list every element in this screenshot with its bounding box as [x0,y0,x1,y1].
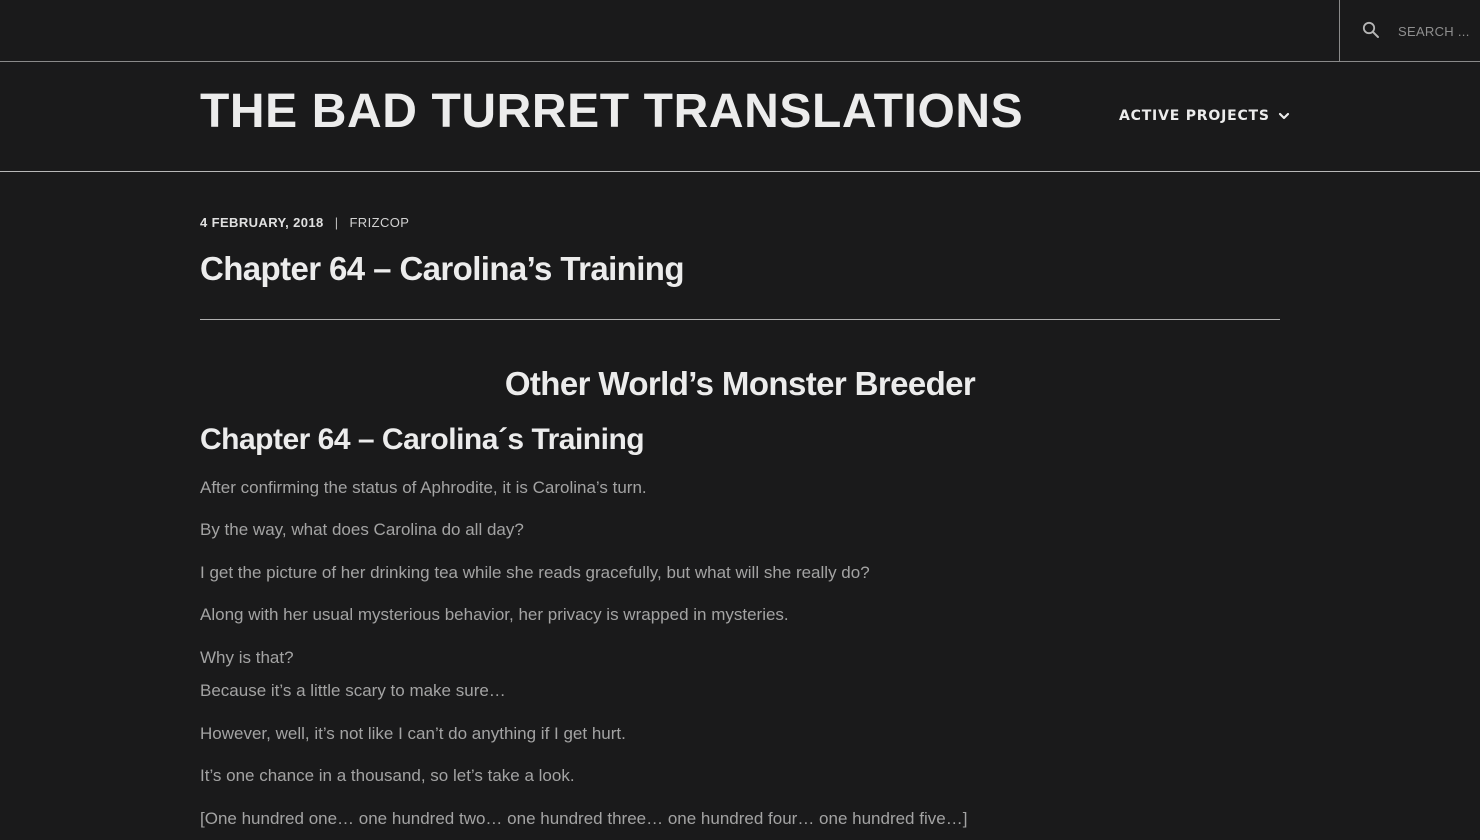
paragraph: Along with her usual mysterious behavior… [200,605,789,624]
paragraph: I get the picture of her drinking tea wh… [200,563,870,582]
paragraph: By the way, what does Carolina do all da… [200,520,524,539]
top-bar [0,0,1480,62]
chevron-down-icon [1278,112,1289,120]
search-icon[interactable] [1362,21,1380,39]
paragraph: [One hundred one… one hundred two… one h… [200,809,968,828]
paragraph: However, well, it’s not like I can’t do … [200,724,626,743]
post-date[interactable]: 4 FEBRUARY, 2018 [200,215,324,230]
title-divider [200,319,1280,320]
nav-item-label: ACTIVE PROJECTS [1119,108,1270,124]
search-box[interactable] [1339,0,1480,61]
site-title[interactable]: THE BAD TURRET TRANSLATIONS [200,86,1023,138]
paragraph: Why is that? [200,648,294,667]
paragraph: After confirming the status of Aphrodite… [200,478,647,497]
post-author[interactable]: FRIZCOP [349,215,409,230]
site-header: THE BAD TURRET TRANSLATIONS ACTIVE PROJE… [0,62,1480,172]
series-title: Other World’s Monster Breeder [504,365,976,402]
chapter-heading: Chapter 64 – Carolina´s Training [200,423,645,456]
search-input[interactable] [1398,18,1478,44]
nav-item-active-projects[interactable]: ACTIVE PROJECTS [1119,108,1290,124]
paragraph: It’s one chance in a thousand, so let’s … [200,766,575,785]
paragraph: Because it’s a little scary to make sure… [200,681,506,700]
entry-meta: 4 FEBRUARY, 2018 | FRIZCOP [200,215,409,230]
post-title: Chapter 64 – Carolina’s Training [200,250,684,287]
meta-separator: | [334,215,339,230]
